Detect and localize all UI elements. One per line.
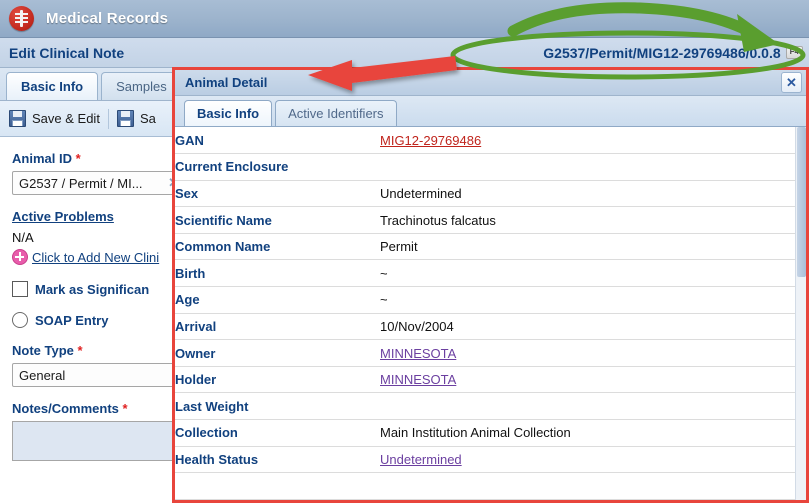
detail-row-value[interactable]: MINNESOTA — [380, 366, 806, 394]
dialog-title: Animal Detail — [185, 75, 268, 90]
table-row: Health Status Undetermined — [175, 446, 806, 474]
close-x-icon[interactable]: ✕ — [781, 72, 802, 93]
floppy-disk-icon — [9, 110, 26, 127]
soap-entry-label: SOAP Entry — [35, 312, 109, 328]
detail-row-label: Health Status — [175, 446, 380, 474]
detail-row-label: Scientific Name — [175, 206, 380, 234]
floppy-disk-icon — [116, 110, 134, 127]
save-label: Sa — [139, 111, 156, 126]
detail-row-value: ~ — [380, 286, 806, 314]
detail-row-label: Last Weight — [175, 392, 380, 421]
tab-samples[interactable]: Samples — [101, 72, 182, 100]
plus-circle-icon — [12, 249, 28, 265]
save-and-edit-button[interactable]: Save & Edit — [9, 110, 100, 127]
note-type-select[interactable]: General — [12, 363, 184, 387]
detail-row-label — [175, 472, 380, 500]
detail-row-value: Permit — [380, 233, 806, 261]
table-row: Sex Undetermined — [175, 180, 806, 208]
detail-row-label: Age — [175, 286, 380, 314]
animal-detail-dialog: Animal Detail ✕ Basic Info Active Identi… — [172, 67, 809, 503]
table-row: Holder MINNESOTA — [175, 366, 806, 394]
clinical-note-form: Animal ID * G2537 / Permit / MI... ✕ Act… — [0, 137, 200, 503]
required-marker: * — [75, 151, 81, 166]
detail-row-label: Owner — [175, 339, 380, 367]
detail-row-label: Arrival — [175, 313, 380, 341]
table-row: Arrival 10/Nov/2004 — [175, 313, 806, 341]
toolbar-separator — [107, 108, 109, 129]
table-row — [175, 472, 806, 500]
caduceus-icon — [9, 6, 34, 31]
required-marker: * — [122, 401, 128, 416]
detail-row-value: Trachinotus falcatus — [380, 206, 806, 234]
table-row: Owner MINNESOTA — [175, 339, 806, 367]
detail-row-value[interactable]: MIG12-29769486 — [380, 127, 806, 155]
detail-row-value: Main Institution Animal Collection — [380, 419, 806, 447]
dialog-tab-active-identifiers[interactable]: Active Identifiers — [275, 100, 397, 126]
note-type-value: General — [19, 367, 66, 383]
page-title: Edit Clinical Note — [9, 44, 125, 61]
detail-value-link[interactable]: MINNESOTA — [380, 372, 456, 387]
add-new-clinical-link: Click to Add New Clini — [32, 249, 160, 265]
detail-row-label: GAN — [175, 127, 380, 155]
detail-value-link[interactable]: MINNESOTA — [380, 346, 456, 361]
soap-entry-radio[interactable] — [12, 312, 28, 328]
detail-value-link[interactable]: MIG12-29769486 — [380, 133, 481, 148]
app-title: Medical Records — [46, 10, 169, 27]
detail-row-value — [380, 153, 806, 181]
table-row: Last Weight — [175, 392, 806, 421]
detail-value-link[interactable]: Undetermined — [380, 452, 462, 467]
detail-row-value[interactable]: Undetermined — [380, 446, 806, 474]
detail-row-label: Sex — [175, 180, 380, 208]
save-button[interactable]: Sa — [116, 110, 156, 127]
detail-body: GAN MIG12-29769486 Current Enclosure Sex Und… — [175, 127, 806, 500]
save-and-edit-label: Save & Edit — [32, 111, 100, 126]
detail-row-value — [380, 392, 806, 421]
table-row: Common Name Permit — [175, 233, 806, 261]
dialog-scrollbar-thumb[interactable] — [797, 127, 806, 277]
table-row: Age ~ — [175, 286, 806, 314]
detail-row-value: 10/Nov/2004 — [380, 313, 806, 341]
detail-row-label: Common Name — [175, 233, 380, 261]
dialog-header: Animal Detail ✕ — [175, 70, 806, 96]
detail-row-value — [380, 472, 806, 500]
table-row: Current Enclosure — [175, 153, 806, 181]
mark-significant-label: Mark as Significan — [35, 281, 150, 297]
mark-significant-checkbox[interactable] — [12, 281, 28, 297]
animal-id-value: G2537 / Permit / MI... — [19, 175, 143, 191]
detail-row-label: Birth — [175, 259, 380, 288]
table-row: Birth ~ — [175, 259, 806, 288]
required-marker: * — [77, 343, 83, 358]
app-header: Medical Records — [0, 0, 809, 38]
detail-row-value: ~ — [380, 259, 806, 288]
page-title-bar: Edit Clinical Note G2537/Permit/MIG12-29… — [0, 38, 809, 68]
f4-shortcut-badge[interactable]: F4 — [785, 46, 803, 59]
table-row: Scientific Name Trachinotus falcatus — [175, 206, 806, 234]
detail-row-label: Holder — [175, 366, 380, 394]
table-row: GAN MIG12-29769486 — [175, 127, 806, 155]
detail-row-label: Collection — [175, 419, 380, 447]
animal-detail-table: GAN MIG12-29769486 Current Enclosure Sex Und… — [175, 127, 806, 500]
animal-id-input[interactable]: G2537 / Permit / MI... ✕ — [12, 171, 184, 195]
detail-row-label: Current Enclosure — [175, 153, 380, 181]
breadcrumb[interactable]: G2537/Permit/MIG12-29769486/0.0.8 F4 — [543, 45, 803, 61]
detail-row-value: Undetermined — [380, 180, 806, 208]
notes-comments-textarea[interactable] — [12, 421, 184, 461]
dialog-scrollbar[interactable] — [795, 127, 806, 500]
breadcrumb-text: G2537/Permit/MIG12-29769486/0.0.8 — [543, 44, 781, 61]
detail-row-value[interactable]: MINNESOTA — [380, 339, 806, 367]
tab-basic-info[interactable]: Basic Info — [6, 72, 99, 100]
dialog-tab-strip: Basic Info Active Identifiers — [175, 96, 806, 127]
dialog-tab-basic-info[interactable]: Basic Info — [184, 100, 273, 126]
table-row: Collection Main Institution Animal Collec… — [175, 419, 806, 447]
